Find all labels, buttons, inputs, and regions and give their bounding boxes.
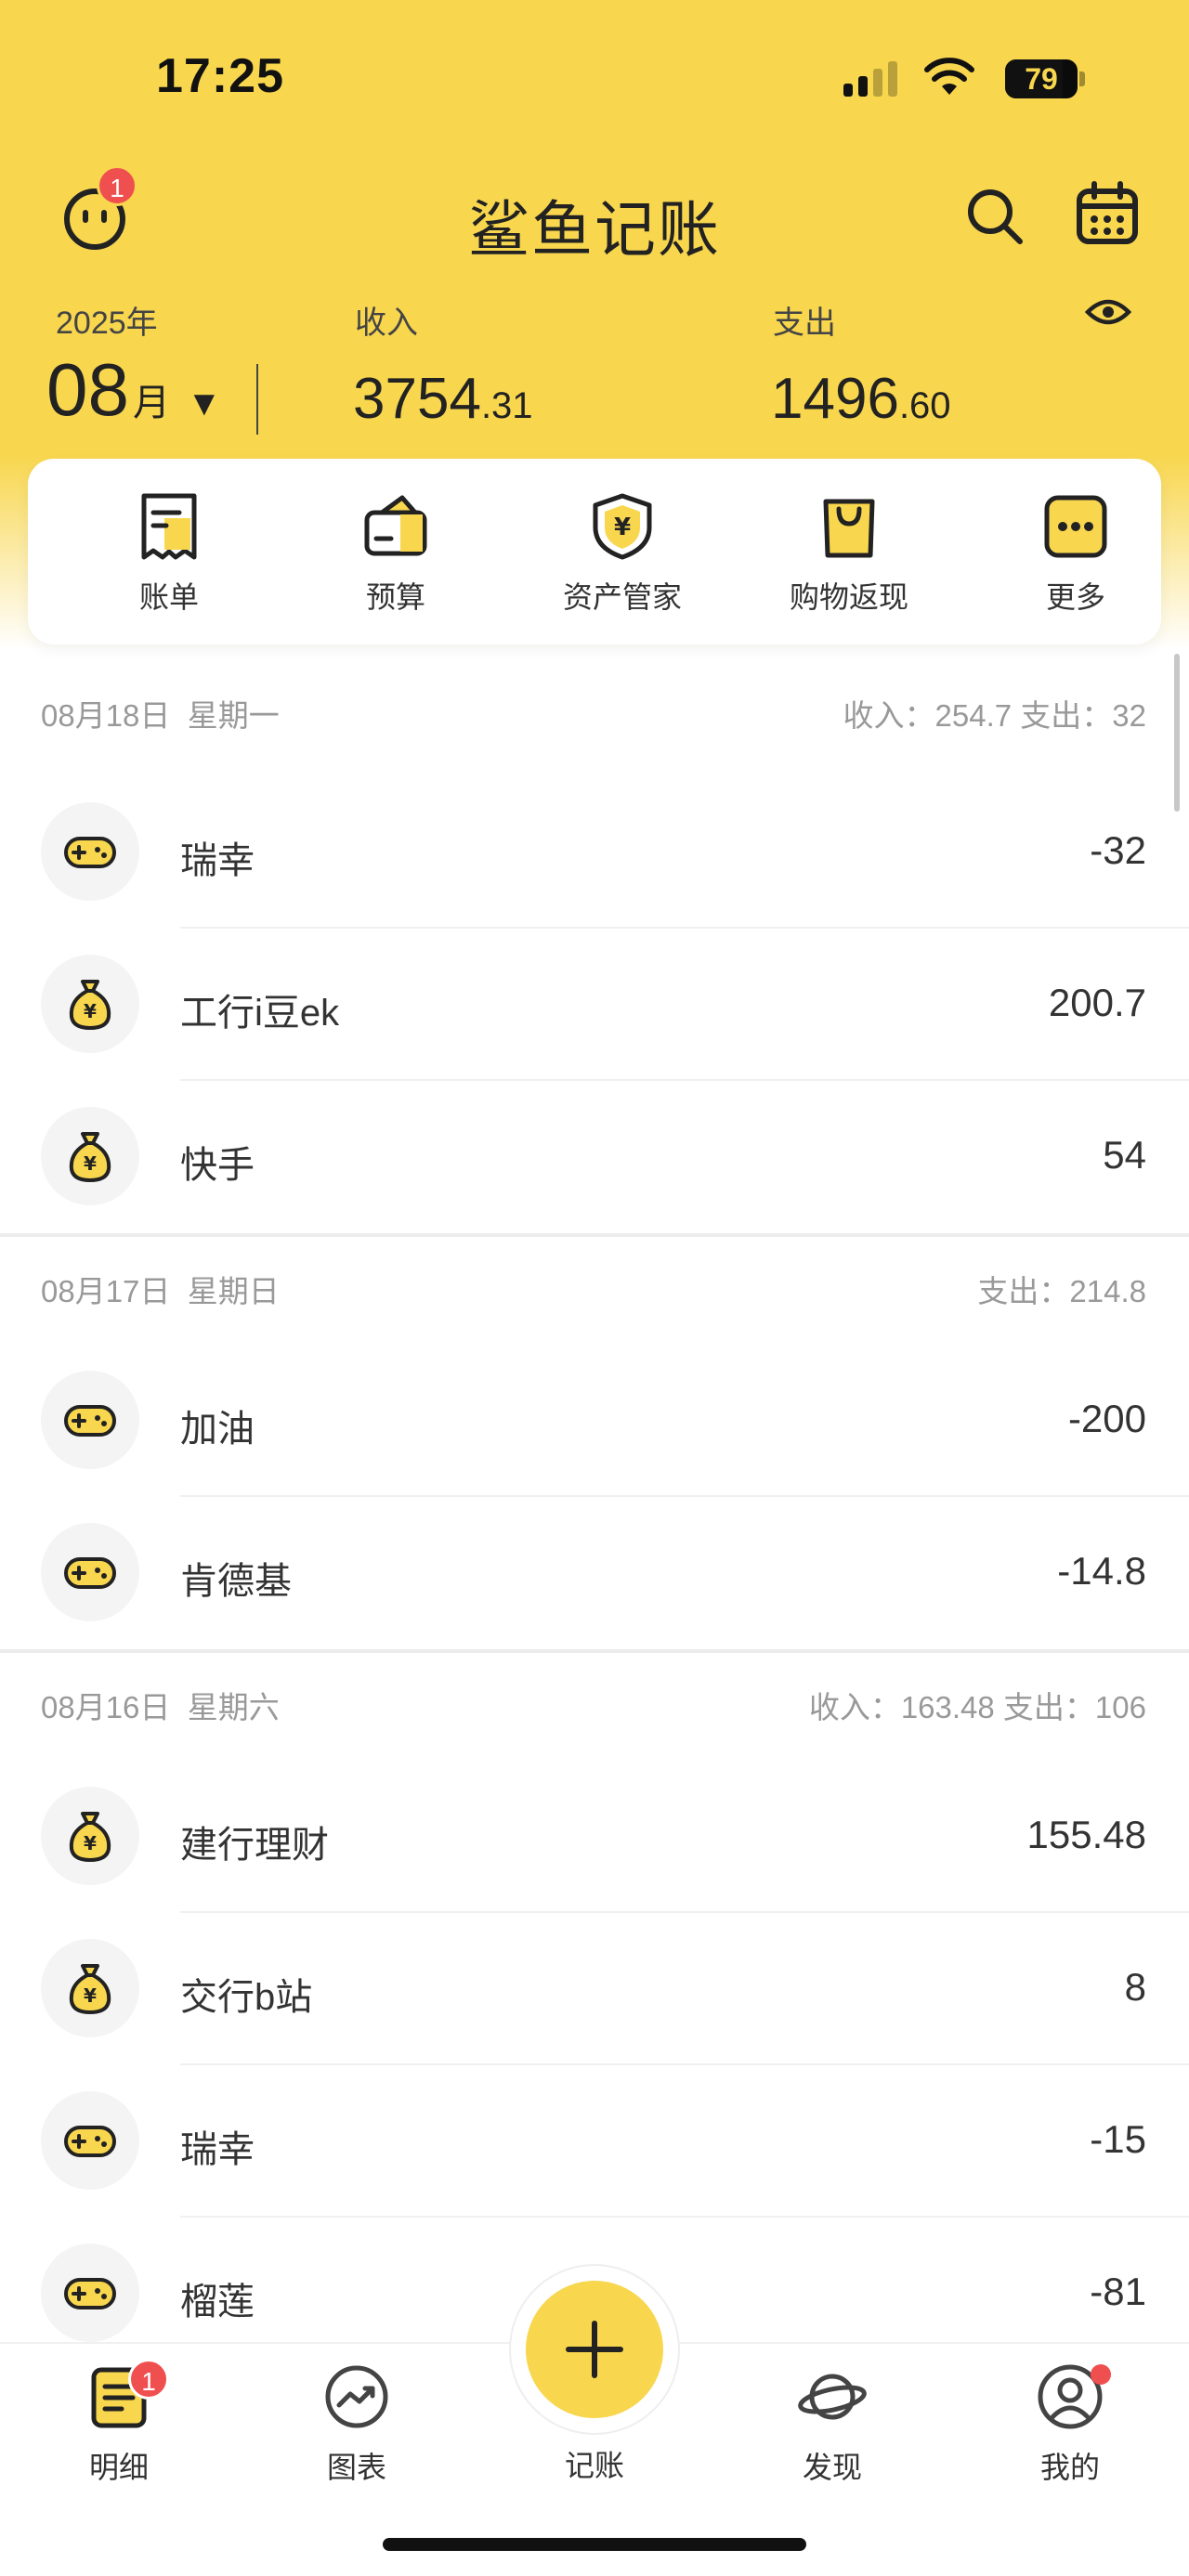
gamepad-icon: [64, 1557, 116, 1589]
transaction-name: 榴莲: [180, 2282, 255, 2322]
income-total: 3754.31: [353, 367, 533, 431]
search-icon[interactable]: [962, 184, 1027, 249]
status-time: 17:25: [156, 49, 284, 103]
month-unit: 月: [132, 383, 170, 423]
income-label: 收入: [355, 306, 418, 341]
money-bag-icon: ¥: [69, 1812, 111, 1862]
transaction-name: 瑞幸: [180, 840, 255, 881]
transaction-row[interactable]: ¥ 快手 54: [0, 1081, 1189, 1233]
gamepad-icon: [64, 1405, 116, 1437]
transaction-name: 交行b站: [180, 1977, 313, 2018]
plus-icon: [566, 2321, 623, 2378]
transaction-amount: -200: [1067, 1397, 1146, 1440]
transaction-row[interactable]: 瑞幸 -32: [0, 776, 1189, 929]
more-icon: [1044, 495, 1107, 558]
record-button[interactable]: [526, 2281, 663, 2418]
budget-wallet-icon: [364, 495, 427, 556]
day-date: 08月18日 星期一: [41, 698, 280, 733]
bill-icon: [141, 493, 197, 560]
status-bar: 17:25 79: [0, 0, 1189, 158]
record-label: 记账: [564, 2449, 624, 2482]
day-header: 08月16日 星期六 收入：163.48 支出：106: [0, 1653, 1189, 1761]
planet-icon: [798, 2374, 867, 2420]
transaction-name: 瑞幸: [180, 2129, 255, 2170]
transaction-row[interactable]: ¥ 工行i豆ek 200.7: [0, 929, 1189, 1081]
svg-text:¥: ¥: [84, 1984, 97, 2007]
money-bag-icon: ¥: [69, 980, 111, 1030]
transaction-amount: -14.8: [1057, 1549, 1146, 1593]
month-selector[interactable]: 08 月 ▼: [46, 347, 222, 433]
cellular-signal-icon: [843, 59, 897, 97]
day-date: 08月16日 星期六: [41, 1690, 280, 1724]
day-stats: 收入：254.7 支出：32: [843, 698, 1146, 733]
quick-menu-asset-manager[interactable]: ¥ 资产管家: [529, 492, 715, 631]
money-bag-icon: ¥: [69, 1132, 111, 1182]
battery-percentage: 79: [1025, 62, 1058, 96]
transaction-row[interactable]: ¥ 交行b站 8: [0, 1913, 1189, 2065]
summary-divider: [256, 364, 258, 435]
svg-text:¥: ¥: [614, 514, 631, 541]
transaction-name: 肯德基: [180, 1561, 292, 1602]
month-number: 08: [46, 348, 129, 431]
nav-discover[interactable]: 发现: [758, 2362, 907, 2487]
transaction-amount: 155.48: [1026, 1813, 1146, 1856]
wifi-icon: [924, 58, 974, 95]
shopping-bag-icon: [823, 499, 875, 558]
nav-charts[interactable]: 图表: [282, 2362, 431, 2487]
gamepad-icon: [64, 2278, 116, 2309]
quick-menu-shopping-cashback[interactable]: 购物返现: [756, 492, 942, 631]
quick-menu-budget[interactable]: 预算: [303, 492, 489, 631]
gamepad-icon: [64, 837, 116, 868]
nav-detail[interactable]: 1 明细: [45, 2359, 193, 2487]
scrollbar[interactable]: [1174, 654, 1180, 812]
eye-icon[interactable]: [1085, 293, 1131, 331]
transaction-list: 08月18日 星期一 收入：254.7 支出：32 瑞幸 -32 ¥ 工行i豆e…: [0, 650, 1189, 2522]
transaction-row[interactable]: 瑞幸 -15: [0, 2065, 1189, 2218]
mine-notification-dot: [1091, 2364, 1111, 2385]
svg-text:¥: ¥: [84, 1152, 97, 1175]
year-label: 2025年: [56, 306, 158, 341]
quick-menu: 账单 预算 ¥ 资产管家 购物返现 更多: [28, 459, 1161, 644]
caret-down-icon: ▼: [186, 384, 222, 423]
chart-trend-icon: [325, 2365, 388, 2428]
svg-text:¥: ¥: [84, 1832, 97, 1854]
quick-menu-bill[interactable]: 账单: [76, 492, 262, 631]
transaction-amount: -81: [1090, 2270, 1146, 2313]
calendar-icon[interactable]: [1074, 180, 1141, 247]
day-date: 08月17日 星期日: [41, 1274, 280, 1308]
app-header: 1 鲨鱼记账: [0, 158, 1189, 269]
home-indicator: [383, 2538, 806, 2551]
expense-total: 1496.60: [771, 367, 951, 431]
transaction-amount: 8: [1124, 1965, 1146, 2009]
day-stats: 收入：163.48 支出：106: [808, 1690, 1146, 1724]
transaction-row[interactable]: 肯德基 -14.8: [0, 1497, 1189, 1649]
day-stats: 支出：214.8: [977, 1274, 1146, 1308]
transaction-name: 工行i豆ek: [180, 993, 340, 1034]
transaction-amount: 54: [1103, 1133, 1146, 1177]
transaction-amount: -15: [1090, 2117, 1146, 2161]
transaction-amount: -32: [1090, 828, 1146, 872]
money-bag-icon: ¥: [69, 1964, 111, 2014]
battery-indicator: 79: [1005, 59, 1085, 98]
transaction-row[interactable]: ¥ 建行理财 155.48: [0, 1761, 1189, 1913]
transaction-name: 快手: [180, 1145, 255, 1186]
asset-shield-icon: ¥: [593, 493, 652, 560]
quick-menu-more[interactable]: 更多: [983, 492, 1169, 631]
nav-mine[interactable]: 我的: [996, 2362, 1144, 2487]
day-header: 08月17日 星期日 支出：214.8: [0, 1237, 1189, 1345]
gamepad-icon: [64, 2126, 116, 2157]
day-header: 08月18日 星期一 收入：254.7 支出：32: [0, 650, 1189, 776]
svg-text:¥: ¥: [84, 1000, 97, 1022]
expense-label: 支出: [773, 306, 836, 341]
detail-badge: 1: [128, 2359, 169, 2400]
transaction-name: 建行理财: [180, 1825, 329, 1866]
transaction-name: 加油: [180, 1409, 255, 1450]
transaction-row[interactable]: 加油 -200: [0, 1345, 1189, 1497]
monthly-summary: 2025年 08 月 ▼ 收入 3754.31 支出 1496.60: [0, 288, 1189, 446]
transaction-amount: 200.7: [1048, 981, 1146, 1024]
